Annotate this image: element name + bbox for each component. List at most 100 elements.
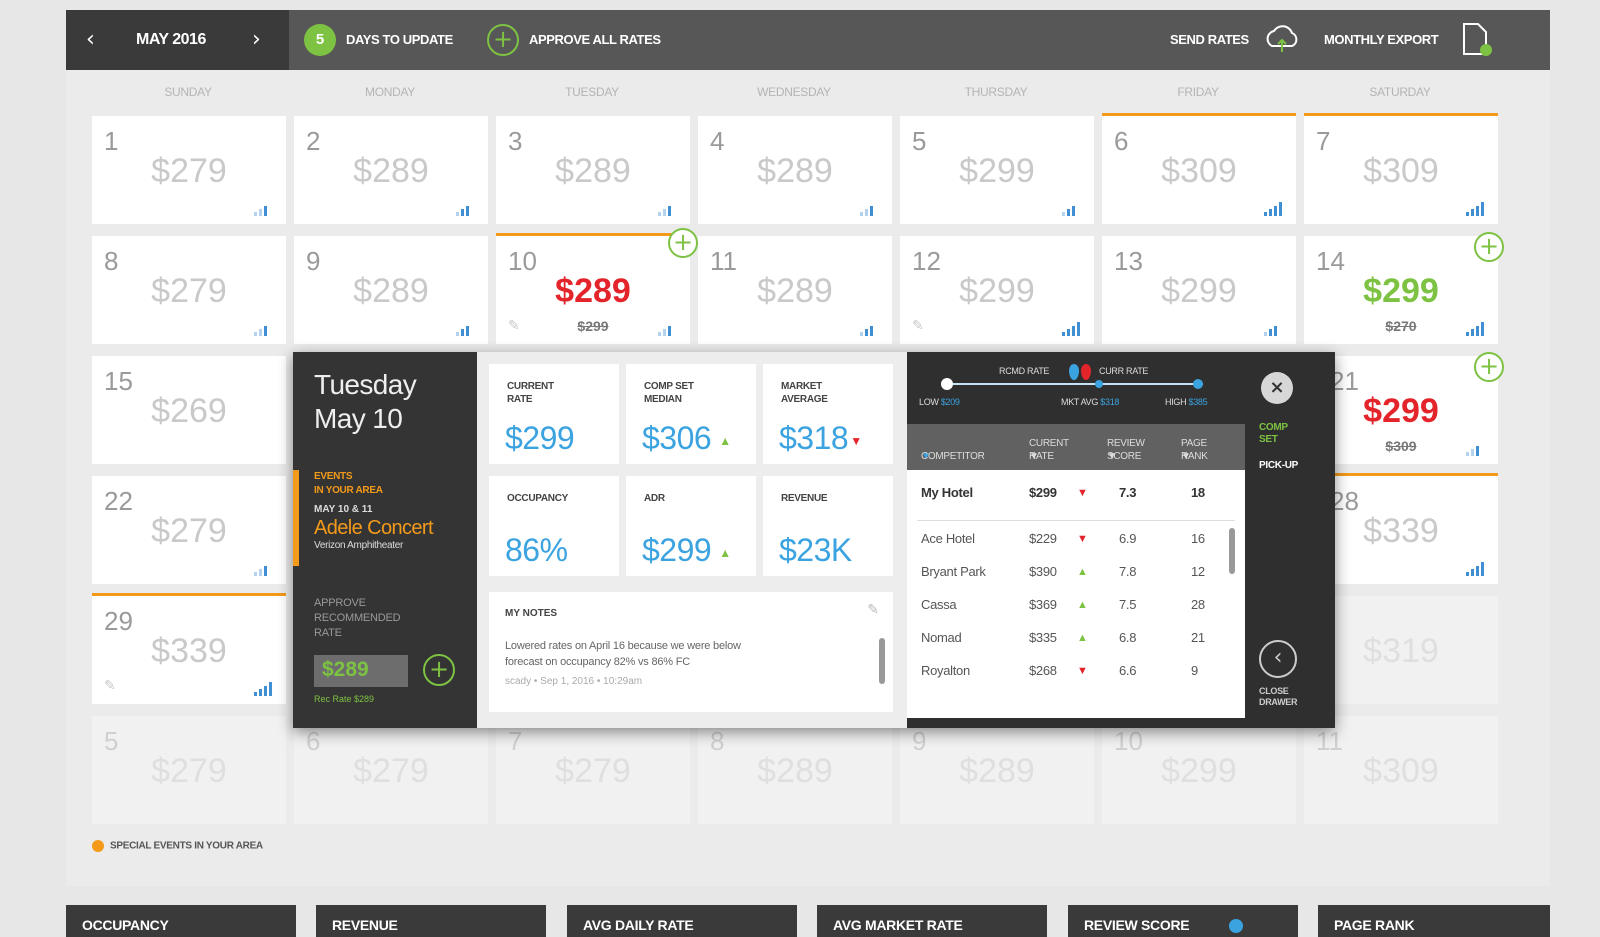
tab-comp-set[interactable]: COMP SET — [1259, 422, 1288, 446]
day-cell[interactable]: 6 $309 — [1102, 113, 1296, 224]
day-cell[interactable]: 8 $279 — [92, 236, 286, 344]
rank-bars-icon — [860, 202, 878, 216]
drawer-stats-panel: CURRENT RATE $299 COMP SET MEDIAN $306 ▲ MA… — [477, 352, 907, 728]
comp-table-header: COMPETITOR ▼ CURENT RATE ▼ REVIEW SCORE ▼ … — [907, 424, 1245, 470]
close-drawer-label[interactable]: CLOSE DRAWER — [1259, 686, 1298, 708]
legend-label: SPECIAL EVENTS IN YOUR AREA — [110, 840, 263, 852]
row-divider — [917, 520, 1235, 521]
table-row[interactable]: Ace Hotel $229 ▼ 6.9 16 — [907, 526, 1245, 552]
day-price: $289 — [353, 152, 429, 190]
day-cell[interactable]: 29 $339 ✎ — [92, 593, 286, 704]
day-cell[interactable]: 10 $299 — [1102, 716, 1296, 824]
stat-value: $299 ▲ — [642, 532, 731, 568]
col-page-rank[interactable]: PAGE RANK ▼ — [1181, 437, 1208, 463]
pencil-icon[interactable]: ✎ — [104, 678, 116, 694]
rcmd-rate-pin-icon[interactable] — [1069, 364, 1079, 380]
day-cell[interactable]: 2 $289 — [294, 116, 488, 224]
day-cell[interactable]: 14 $299 $270 + — [1304, 232, 1504, 344]
day-cell[interactable]: 5 $279 — [92, 716, 286, 824]
day-cell[interactable]: 13 $299 — [1102, 236, 1296, 344]
range-mkt-label: MKT AVG $318 — [1061, 397, 1120, 407]
tab-page-rank[interactable]: PAGE RANK — [1318, 905, 1550, 937]
day-cell[interactable]: 7 $279 — [496, 716, 690, 824]
send-rates-button[interactable]: SEND RATES — [1170, 32, 1249, 47]
day-cell[interactable]: 15 $269 — [92, 356, 286, 464]
event-title[interactable]: Adele Concert — [314, 517, 434, 540]
col-competitor[interactable]: COMPETITOR ▼ — [921, 450, 985, 463]
event-venue: Verizon Amphitheater — [314, 540, 404, 551]
comp-scrollbar[interactable] — [1229, 528, 1235, 574]
rank-bars-icon — [254, 562, 272, 576]
col-review-score[interactable]: REVIEW SCORE ▼ — [1107, 437, 1145, 463]
day-cell[interactable]: 5 $299 — [900, 116, 1094, 224]
tab-occupancy[interactable]: OCCUPANCY — [66, 905, 296, 937]
competitor-name: Nomad — [921, 630, 962, 645]
chevron-left-icon[interactable]: ‹ — [1259, 640, 1297, 678]
day-cell-selected[interactable]: 10 $289 $299 ✎ + — [496, 228, 698, 344]
up-arrow-icon: ▲ — [1077, 599, 1088, 611]
rank-bars-icon — [1264, 202, 1282, 216]
competitor-score: 7.3 — [1119, 485, 1137, 500]
monthly-export-button[interactable]: MONTHLY EXPORT — [1324, 32, 1439, 47]
export-document-icon[interactable] — [1458, 20, 1494, 60]
down-arrow-icon: ▼ — [1077, 533, 1088, 545]
col-current-rate[interactable]: CURENT RATE ▼ — [1029, 437, 1069, 463]
curr-rate-pin-icon[interactable] — [1081, 364, 1091, 380]
drawer-weekday: Tuesday — [314, 369, 417, 400]
day-cell[interactable]: 11 $289 — [698, 236, 892, 344]
stat-value: 86% — [505, 532, 568, 568]
cloud-upload-icon[interactable] — [1262, 22, 1302, 56]
approve-all-rates-button[interactable]: APPROVE ALL RATES — [529, 32, 661, 47]
competitor-score: 6.8 — [1119, 630, 1137, 645]
curr-rate-label: CURR RATE — [1099, 366, 1149, 376]
competitor-name: Cassa — [921, 597, 957, 612]
prev-month-icon[interactable]: ‹ — [86, 27, 95, 52]
my-notes[interactable]: MY NOTES ✎ Lowered rates on April 16 bec… — [489, 592, 893, 712]
edit-pencil-icon[interactable]: ✎ — [867, 602, 879, 618]
day-cell[interactable]: 7 $309 — [1304, 113, 1498, 224]
tab-pick-up[interactable]: PICK-UP — [1259, 460, 1298, 472]
range-high-label: HIGH $385 — [1165, 397, 1208, 407]
table-row[interactable]: My Hotel $299 ▼ 7.3 18 — [907, 480, 1245, 506]
tab-avg-daily-rate[interactable]: AVG DAILY RATE — [567, 905, 797, 937]
approve-all-plus-icon[interactable]: + — [487, 24, 519, 56]
day-price: $279 — [151, 752, 227, 790]
days-to-update-label[interactable]: DAYS TO UPDATE — [346, 32, 453, 47]
tab-review-score[interactable]: REVIEW SCORE — [1068, 905, 1298, 937]
comp-table-body: My Hotel $299 ▼ 7.3 18 Ace Hotel $229 ▼ … — [907, 470, 1245, 718]
day-cell[interactable]: 1 $279 — [92, 116, 286, 224]
rank-bars-icon — [1466, 322, 1484, 336]
approve-plus-icon[interactable]: + — [668, 228, 698, 258]
day-cell[interactable]: 11 $309 — [1304, 716, 1498, 824]
toolbar: ‹ MAY 2016 › 5 DAYS TO UPDATE + APPROVE … — [66, 10, 1550, 70]
day-cell[interactable]: 9 $289 — [294, 236, 488, 344]
close-icon[interactable]: × — [1261, 372, 1293, 404]
tab-revenue[interactable]: REVENUE — [316, 905, 546, 937]
pencil-icon[interactable]: ✎ — [912, 318, 924, 334]
table-row[interactable]: Nomad $335 ▲ 6.8 21 — [907, 625, 1245, 651]
day-cell[interactable]: 9 $289 — [900, 716, 1094, 824]
pencil-icon[interactable]: ✎ — [508, 318, 520, 334]
next-month-icon[interactable]: › — [252, 27, 261, 52]
day-cell[interactable]: 3 $289 — [496, 116, 690, 224]
table-row[interactable]: Royalton $268 ▼ 6.6 9 — [907, 658, 1245, 684]
day-cell[interactable]: 22 $279 — [92, 476, 286, 584]
days-badge[interactable]: 5 — [304, 24, 336, 56]
competitor-rank: 12 — [1191, 564, 1205, 579]
table-row[interactable]: Cassa $369 ▲ 7.5 28 — [907, 592, 1245, 618]
approve-rate-plus-icon[interactable]: + — [423, 654, 455, 686]
day-cell[interactable]: 8 $289 — [698, 716, 892, 824]
day-cell[interactable]: 6 $279 — [294, 716, 488, 824]
down-arrow-icon: ▼ — [850, 433, 862, 448]
approve-plus-icon[interactable]: + — [1474, 232, 1504, 262]
table-row[interactable]: Bryant Park $390 ▲ 7.8 12 — [907, 559, 1245, 585]
approve-plus-icon[interactable]: + — [1474, 352, 1504, 382]
range-mkt-point — [1095, 380, 1103, 388]
rank-bars-icon — [1466, 202, 1484, 216]
recommended-rate-input[interactable]: $289 — [314, 655, 408, 687]
day-cell[interactable]: 4 $289 — [698, 116, 892, 224]
day-cell[interactable]: 12 $299 ✎ — [900, 236, 1094, 344]
notes-scrollbar[interactable] — [879, 638, 885, 684]
tab-avg-market-rate[interactable]: AVG MARKET RATE — [817, 905, 1047, 937]
weekday-monday: MONDAY — [365, 85, 415, 99]
